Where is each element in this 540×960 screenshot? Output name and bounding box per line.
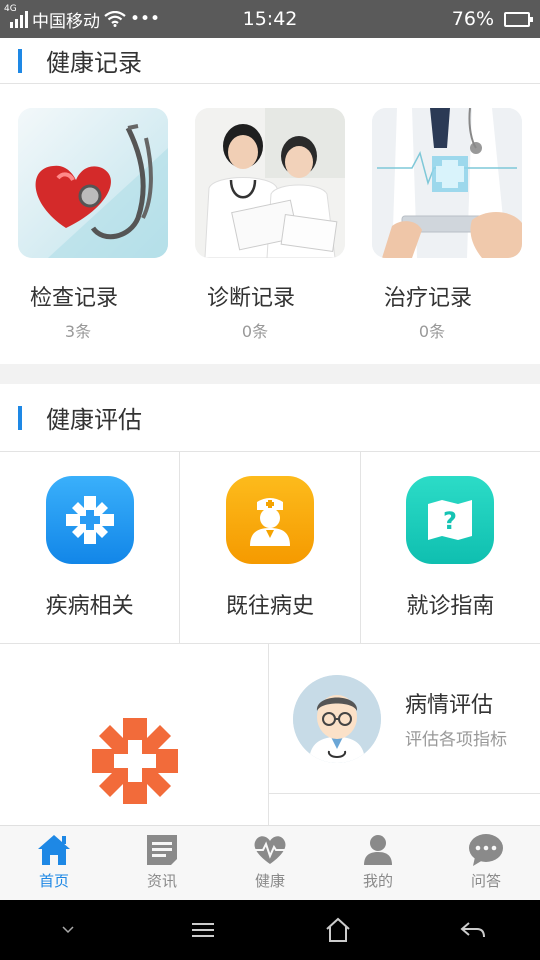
grid-item-history[interactable]: 既往病史: [180, 452, 361, 643]
tab-label: 资讯: [146, 872, 177, 890]
grid-item-guide[interactable]: ? 就诊指南: [361, 452, 540, 643]
section-title: 健康评估: [46, 406, 142, 434]
record-card-diagnosis[interactable]: 诊断记录 0条: [195, 108, 345, 364]
tab-mine[interactable]: 我的: [324, 826, 432, 900]
system-nav-bar: [0, 900, 540, 960]
nav-back-button[interactable]: [443, 910, 503, 950]
home-outline-icon: [325, 917, 350, 942]
assessment-grid: 疾病相关 既往病史 ? 就诊指南: [0, 452, 540, 644]
section-divider: [0, 364, 540, 384]
tab-label: 问答: [470, 872, 501, 890]
assessment-bottom-grid: 病情评估 评估各项指标: [0, 644, 540, 825]
assess-subtitle: 评估各项指标: [405, 730, 507, 750]
record-name: 诊断记录: [207, 286, 296, 311]
doctor-avatar-icon: [293, 674, 381, 763]
section-title: 健康记录: [46, 49, 142, 77]
record-name: 治疗记录: [384, 286, 473, 311]
user-icon: [358, 832, 398, 868]
battery-icon: [504, 11, 533, 27]
grid-item-label: 既往病史: [225, 594, 314, 619]
tab-label: 健康: [254, 872, 285, 890]
status-bar: 4G 中国移动 ••• 15:42 76%: [0, 0, 540, 38]
svg-text:?: ?: [443, 507, 457, 535]
section-accent-bar: [18, 405, 22, 430]
wifi-icon: [104, 11, 126, 27]
tab-home[interactable]: 首页: [0, 826, 108, 900]
chat-icon: [466, 832, 506, 868]
nurse-icon: [225, 476, 314, 564]
signal-icon: 4G: [4, 4, 28, 28]
home-icon: [34, 832, 74, 868]
record-count: 0条: [241, 322, 269, 341]
tab-news[interactable]: 资讯: [108, 826, 216, 900]
nav-home-button[interactable]: [308, 910, 368, 950]
section-health-assessment-header: 健康评估: [0, 384, 540, 452]
medical-cross-logo-icon: [92, 718, 178, 804]
more-notifications: •••: [130, 9, 161, 29]
tab-health[interactable]: 健康: [216, 826, 324, 900]
health-records-list: 检查记录 3条 诊断记录 0条 治疗记录 0条: [0, 84, 540, 364]
main-content[interactable]: 健康记录 检查记录 3条 诊断记录 0条 治疗记录 0条 健康评估 疾病相关 既…: [0, 38, 540, 825]
nav-menu-button[interactable]: [173, 910, 233, 950]
doctors-reviewing-image: [195, 108, 345, 258]
nav-collapse-button[interactable]: [38, 910, 98, 950]
tab-qa[interactable]: 问答: [432, 826, 540, 900]
record-card-treatment[interactable]: 治疗记录 0条: [372, 108, 522, 364]
record-card-exam[interactable]: 检查记录 3条: [18, 108, 168, 364]
battery-percent: 76%: [451, 8, 494, 30]
tab-label: 我的: [362, 872, 393, 890]
record-count: 3条: [64, 322, 92, 341]
tablet-medical-cross-image: [372, 108, 522, 258]
heart-pulse-icon: [250, 832, 290, 868]
section-health-records-header: 健康记录: [0, 38, 540, 84]
heart-stethoscope-image: [18, 108, 168, 258]
medical-cross-icon: [45, 476, 134, 564]
assess-title: 病情评估: [405, 693, 494, 718]
news-icon: [142, 832, 182, 868]
bottom-tab-bar: 首页 资讯 健康 我的 问答: [0, 825, 540, 900]
grid-item-label: 疾病相关: [45, 594, 134, 619]
grid-item-disease[interactable]: 疾病相关: [0, 452, 181, 643]
section-accent-bar: [18, 48, 22, 73]
assess-item-condition[interactable]: 病情评估 评估各项指标: [269, 644, 540, 794]
carrier-name: 中国移动: [32, 11, 100, 32]
record-name: 检查记录: [30, 286, 119, 311]
back-arrow-icon: [459, 922, 485, 938]
tab-label: 首页: [38, 872, 69, 890]
network-type: 4G: [4, 4, 17, 14]
record-count: 0条: [418, 322, 446, 341]
grid-item-medical-card[interactable]: [0, 644, 269, 825]
menu-icon: [191, 923, 214, 937]
map-question-icon: ?: [406, 476, 495, 564]
chevron-down-icon: [61, 926, 74, 934]
grid-item-label: 就诊指南: [406, 594, 495, 619]
